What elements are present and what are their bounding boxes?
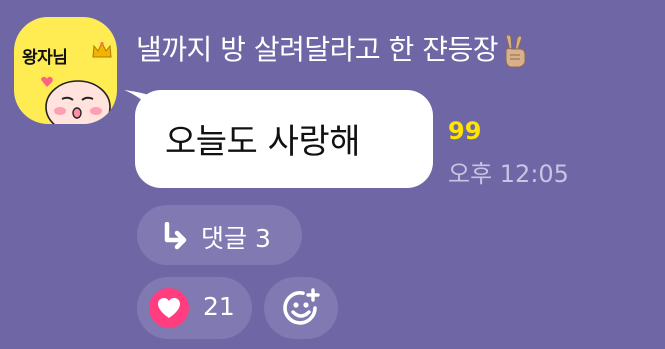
add-emoji-icon <box>283 288 320 325</box>
message-bubble[interactable]: 오늘도 사랑해 <box>135 90 433 188</box>
like-count: 21 <box>203 292 235 321</box>
reply-button[interactable]: 댓글 3 <box>137 205 302 265</box>
sender-name-text: 낼까지 방 살려달라고 한 쟌등장 <box>136 33 498 66</box>
peach-character-icon <box>41 76 111 124</box>
avatar-text: 왕자님 <box>22 48 68 68</box>
reply-label: 댓글 3 <box>201 224 271 253</box>
like-reaction-button[interactable]: 21 <box>137 277 252 339</box>
unread-count: 99 <box>448 117 482 145</box>
crown-icon <box>92 41 112 58</box>
sender-name: 낼까지 방 살려달라고 한 쟌등장 <box>136 28 530 69</box>
heart-icon <box>149 288 189 328</box>
message-text: 오늘도 사랑해 <box>165 122 361 162</box>
add-reaction-button[interactable] <box>264 277 338 339</box>
victory-hand-icon <box>505 34 526 68</box>
avatar[interactable]: 왕자님 <box>14 17 117 124</box>
message-time: 오후 12:05 <box>448 160 569 188</box>
reply-arrow-icon <box>164 222 187 250</box>
